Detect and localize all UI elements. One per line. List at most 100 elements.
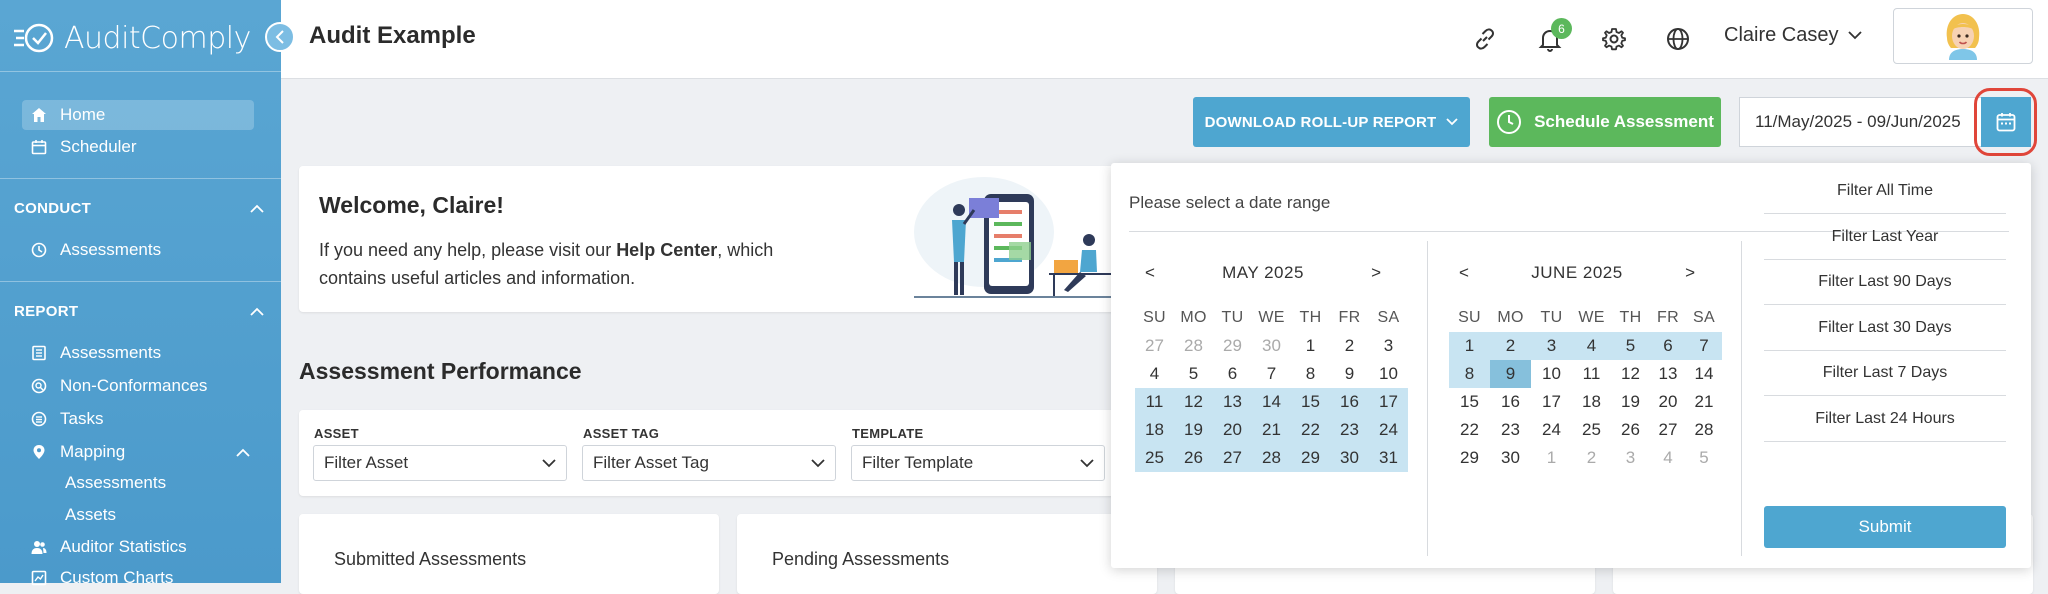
calendar-day[interactable]: 31 (1369, 444, 1408, 472)
globe-icon[interactable] (1661, 22, 1695, 56)
calendar-day[interactable]: 4 (1572, 332, 1611, 360)
calendar-day[interactable]: 5 (1686, 444, 1722, 472)
calendar-day[interactable]: 24 (1369, 416, 1408, 444)
calendar-day[interactable]: 30 (1490, 444, 1531, 472)
calendar-day[interactable]: 9 (1330, 360, 1369, 388)
download-rollup-report-button[interactable]: DOWNLOAD ROLL-UP REPORT (1193, 97, 1470, 147)
calendar-day[interactable]: 15 (1449, 388, 1490, 416)
calendar-day[interactable]: 5 (1611, 332, 1650, 360)
filter-last-year-option[interactable]: Filter Last Year (1764, 215, 2006, 260)
calendar-day[interactable]: 11 (1135, 388, 1174, 416)
notification-bell-icon[interactable]: 6 (1533, 18, 1572, 56)
calendar-day[interactable]: 5 (1174, 360, 1213, 388)
calendar-day[interactable]: 29 (1449, 444, 1490, 472)
prev-month-button[interactable]: < (1459, 263, 1469, 283)
app-logo[interactable]: AuditComply (14, 18, 251, 58)
calendar-day[interactable]: 27 (1213, 444, 1252, 472)
asset-tag-filter-select[interactable]: Filter Asset Tag (582, 445, 836, 481)
calendar-day[interactable]: 2 (1490, 332, 1531, 360)
calendar-day[interactable]: 15 (1291, 388, 1330, 416)
calendar-day[interactable]: 11 (1572, 360, 1611, 388)
calendar-day[interactable]: 3 (1611, 444, 1650, 472)
sidebar-subitem-mapping-assessments[interactable]: Assessments (65, 473, 166, 493)
calendar-day[interactable]: 28 (1686, 416, 1722, 444)
filter-last-24-hours-option[interactable]: Filter Last 24 Hours (1764, 397, 2006, 442)
calendar-day[interactable]: 29 (1213, 332, 1252, 360)
filter-last-30-days-option[interactable]: Filter Last 30 Days (1764, 306, 2006, 351)
calendar-day[interactable]: 1 (1449, 332, 1490, 360)
calendar-day[interactable]: 17 (1531, 388, 1572, 416)
calendar-day[interactable]: 23 (1490, 416, 1531, 444)
sidebar-collapse-button[interactable] (265, 22, 295, 52)
date-range-input[interactable]: 11/May/2025 - 09/Jun/2025 (1739, 97, 1981, 147)
calendar-day[interactable]: 1 (1531, 444, 1572, 472)
calendar-day[interactable]: 10 (1531, 360, 1572, 388)
sidebar-item-home[interactable]: Home (22, 100, 254, 130)
calendar-day[interactable]: 22 (1449, 416, 1490, 444)
sidebar-section-conduct[interactable]: CONDUCT (14, 196, 264, 220)
calendar-day[interactable]: 2 (1572, 444, 1611, 472)
calendar-day[interactable]: 12 (1174, 388, 1213, 416)
sidebar-subitem-mapping-assets[interactable]: Assets (65, 505, 116, 525)
calendar-day[interactable]: 23 (1330, 416, 1369, 444)
calendar-day[interactable]: 18 (1135, 416, 1174, 444)
calendar-day[interactable]: 30 (1252, 332, 1291, 360)
calendar-day[interactable]: 6 (1650, 332, 1686, 360)
calendar-day[interactable]: 25 (1572, 416, 1611, 444)
submit-button[interactable]: Submit (1764, 506, 2006, 548)
calendar-day[interactable]: 27 (1650, 416, 1686, 444)
calendar-day[interactable]: 30 (1330, 444, 1369, 472)
sidebar-item-mapping[interactable]: Mapping (30, 437, 250, 467)
calendar-day[interactable]: 26 (1174, 444, 1213, 472)
avatar[interactable] (1893, 8, 2033, 64)
calendar-day[interactable]: 16 (1330, 388, 1369, 416)
sidebar-item-custom-charts[interactable]: Custom Charts (30, 563, 173, 593)
calendar-day[interactable]: 22 (1291, 416, 1330, 444)
calendar-day[interactable]: 2 (1330, 332, 1369, 360)
sidebar-item-tasks[interactable]: Tasks (30, 404, 103, 434)
filter-all-time-option[interactable]: Filter All Time (1764, 169, 2006, 214)
calendar-day[interactable]: 8 (1291, 360, 1330, 388)
calendar-day[interactable]: 13 (1650, 360, 1686, 388)
calendar-day[interactable]: 7 (1252, 360, 1291, 388)
calendar-day[interactable]: 12 (1611, 360, 1650, 388)
calendar-day[interactable]: 19 (1174, 416, 1213, 444)
filter-last-7-days-option[interactable]: Filter Last 7 Days (1764, 351, 2006, 396)
calendar-day[interactable]: 21 (1252, 416, 1291, 444)
calendar-day[interactable]: 27 (1135, 332, 1174, 360)
calendar-day[interactable]: 6 (1213, 360, 1252, 388)
sidebar-item-auditor-statistics[interactable]: Auditor Statistics (30, 532, 187, 562)
settings-gear-icon[interactable] (1597, 22, 1631, 56)
link-icon[interactable] (1468, 22, 1502, 56)
sidebar-item-conduct-assessments[interactable]: Assessments (30, 235, 161, 265)
calendar-day[interactable]: 13 (1213, 388, 1252, 416)
calendar-day[interactable]: 20 (1213, 416, 1252, 444)
calendar-day[interactable]: 9 (1490, 360, 1531, 388)
next-month-button[interactable]: > (1371, 263, 1381, 283)
calendar-day[interactable]: 18 (1572, 388, 1611, 416)
user-menu[interactable]: Claire Casey (1724, 24, 1863, 47)
calendar-day[interactable]: 14 (1686, 360, 1722, 388)
calendar-day[interactable]: 26 (1611, 416, 1650, 444)
sidebar-item-non-conformances[interactable]: Non-Conformances (30, 371, 207, 401)
sidebar-item-scheduler[interactable]: Scheduler (30, 132, 137, 162)
sidebar-item-report-assessments[interactable]: Assessments (30, 338, 161, 368)
calendar-day[interactable]: 3 (1531, 332, 1572, 360)
calendar-day[interactable]: 14 (1252, 388, 1291, 416)
calendar-day[interactable]: 1 (1291, 332, 1330, 360)
next-month-button[interactable]: > (1685, 263, 1695, 283)
calendar-day[interactable]: 17 (1369, 388, 1408, 416)
help-center-link[interactable]: Help Center (616, 240, 717, 260)
calendar-day[interactable]: 4 (1135, 360, 1174, 388)
sidebar-section-report[interactable]: REPORT (14, 299, 264, 323)
calendar-day[interactable]: 7 (1686, 332, 1722, 360)
asset-filter-select[interactable]: Filter Asset (313, 445, 567, 481)
calendar-day[interactable]: 16 (1490, 388, 1531, 416)
calendar-day[interactable]: 4 (1650, 444, 1686, 472)
prev-month-button[interactable]: < (1145, 263, 1155, 283)
calendar-day[interactable]: 8 (1449, 360, 1490, 388)
template-filter-select[interactable]: Filter Template (851, 445, 1105, 481)
calendar-day[interactable]: 29 (1291, 444, 1330, 472)
calendar-day[interactable]: 24 (1531, 416, 1572, 444)
calendar-day[interactable]: 28 (1174, 332, 1213, 360)
